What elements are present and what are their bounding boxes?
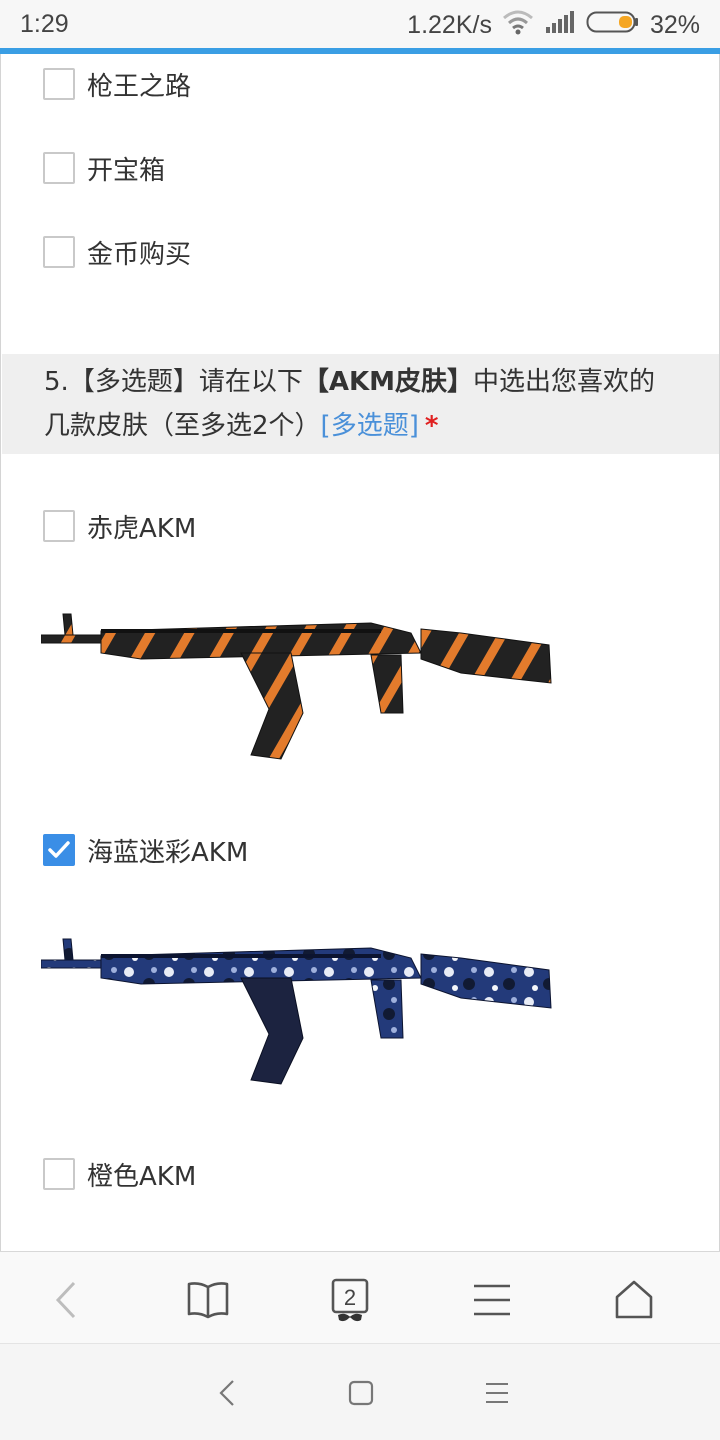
- option-label: 枪王之路: [87, 71, 192, 102]
- battery-icon: [586, 10, 640, 41]
- checkbox-checked[interactable]: [43, 834, 75, 866]
- question-line2-text: 几款皮肤（至多选2个）: [44, 411, 321, 441]
- akm-red-tiger-image: [40, 609, 557, 773]
- check-icon: [43, 834, 75, 866]
- status-bar: 1:29 1.22K/s 32%: [0, 0, 720, 48]
- option-red-tiger-akm[interactable]: 赤虎AKM: [43, 509, 197, 544]
- option-label: 金币购买: [87, 239, 192, 270]
- home-icon[interactable]: [612, 1278, 656, 1322]
- status-time: 1:29: [20, 10, 69, 38]
- checkbox[interactable]: [43, 152, 75, 184]
- signal-icon: [544, 10, 576, 41]
- menu-icon[interactable]: [470, 1278, 514, 1322]
- question-number: 5.: [44, 367, 69, 397]
- option-label: 海蓝迷彩AKM: [87, 837, 249, 868]
- option-previous-3[interactable]: 金币购买: [43, 235, 192, 270]
- question-line-2: 几款皮肤（至多选2个）[多选题] *: [44, 404, 719, 448]
- checkbox[interactable]: [43, 68, 75, 100]
- option-label: 赤虎AKM: [87, 513, 197, 544]
- bookmarks-icon[interactable]: [186, 1278, 230, 1322]
- tabs-icon[interactable]: 2: [328, 1278, 372, 1322]
- akm-blue-camo-image: [40, 934, 557, 1098]
- option-orange-akm[interactable]: 橙色AKM: [43, 1157, 197, 1192]
- option-previous-1[interactable]: 枪王之路: [43, 67, 192, 102]
- survey-content[interactable]: 枪王之路 开宝箱 金币购买 5.【多选题】请在以下【AKM皮肤】中选出您喜欢的 …: [0, 54, 720, 1251]
- nav-home-icon[interactable]: [346, 1378, 376, 1408]
- question-type: 【多选题】: [68, 367, 199, 397]
- question-line-1: 5.【多选题】请在以下【AKM皮肤】中选出您喜欢的: [44, 360, 719, 404]
- question-text-before: 请在以下: [198, 367, 303, 397]
- option-label: 橙色AKM: [87, 1161, 197, 1192]
- question-header: 5.【多选题】请在以下【AKM皮肤】中选出您喜欢的 几款皮肤（至多选2个）[多选…: [2, 354, 719, 454]
- question-text-after: 中选出您喜欢的: [473, 367, 656, 397]
- tab-count: 2: [344, 1285, 356, 1310]
- question-tag: [多选题]: [320, 411, 419, 441]
- network-speed: 1.22K/s: [407, 10, 492, 39]
- question-highlight: 【AKM皮肤】: [302, 367, 473, 397]
- required-mark: *: [424, 411, 439, 441]
- wifi-icon: [502, 9, 534, 42]
- nav-back-icon[interactable]: [212, 1378, 242, 1408]
- option-label: 开宝箱: [87, 155, 166, 186]
- battery-percent: 32%: [649, 10, 700, 39]
- option-blue-camo-akm[interactable]: 海蓝迷彩AKM: [43, 833, 249, 868]
- checkbox[interactable]: [43, 1158, 75, 1190]
- back-arrow-icon[interactable]: [44, 1278, 88, 1322]
- checkbox[interactable]: [43, 510, 75, 542]
- option-previous-2[interactable]: 开宝箱: [43, 151, 166, 186]
- status-indicators: 1.22K/s 32%: [407, 10, 700, 40]
- checkbox[interactable]: [43, 236, 75, 268]
- nav-recents-icon[interactable]: [482, 1378, 512, 1408]
- system-navigation-bar: [0, 1344, 720, 1440]
- browser-toolbar: 2: [0, 1251, 720, 1344]
